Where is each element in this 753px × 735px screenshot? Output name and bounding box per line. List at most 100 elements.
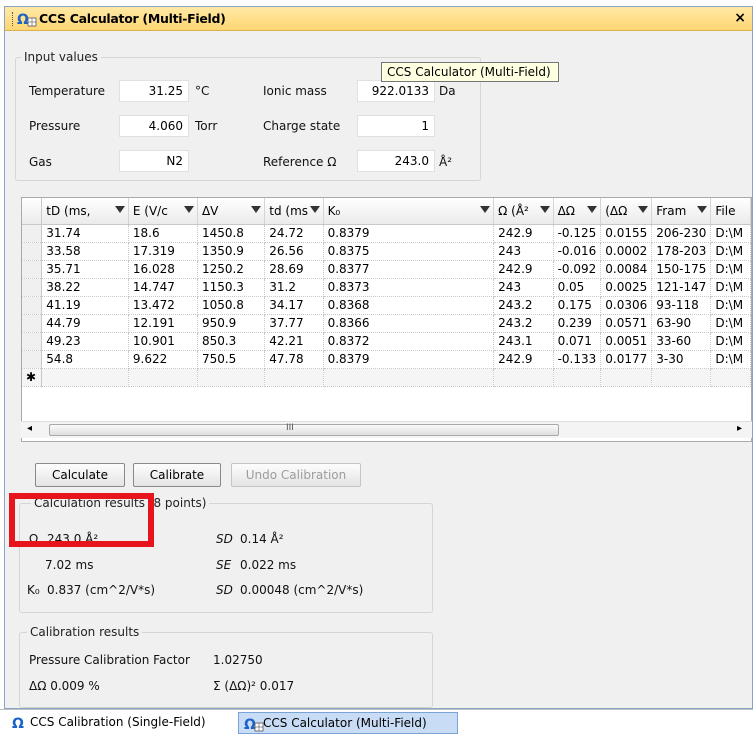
table-cell[interactable]: 750.5 [197, 350, 266, 369]
table-cell[interactable]: D:\M [710, 332, 751, 351]
tab-ccs-calculator[interactable]: Ω CCS Calculator (Multi-Field) [238, 712, 458, 734]
table-cell[interactable]: 150-175 [651, 260, 712, 279]
table-cell[interactable]: D:\M [710, 314, 751, 333]
table-cell[interactable]: 0.071 [553, 332, 602, 351]
close-button[interactable]: × [734, 10, 746, 26]
scroll-left-arrow-icon[interactable]: ◂ [27, 423, 32, 434]
temperature-field[interactable]: 31.25 [119, 80, 189, 102]
table-cell[interactable]: 1150.3 [197, 278, 266, 297]
calibrate-button[interactable]: Calibrate [133, 463, 221, 487]
filter-icon[interactable] [480, 206, 491, 213]
results-grid[interactable]: tD (ms, E (V/c ΔV td (ms K₀ Ω (Å² ΔΩ (ΔΩ… [21, 197, 752, 442]
scrollbar-thumb[interactable]: III [49, 423, 559, 436]
gas-field[interactable]: N2 [119, 150, 189, 172]
table-cell[interactable]: 93-118 [651, 296, 712, 315]
table-cell[interactable]: 33-60 [651, 332, 712, 351]
new-row-marker-icon[interactable]: ✱ [22, 368, 43, 387]
filter-icon[interactable] [114, 206, 125, 213]
table-row[interactable]: 33.58 17.319 1350.9 26.56 0.8375 243 -0.016 0.0… [22, 242, 751, 261]
table-cell[interactable]: 49.23 [41, 332, 129, 351]
table-cell[interactable]: 0.8372 [323, 332, 495, 351]
column-header[interactable]: (ΔΩ [600, 198, 653, 225]
table-cell[interactable]: 31.74 [41, 224, 129, 243]
filter-icon[interactable] [638, 206, 649, 213]
table-cell[interactable]: 44.79 [41, 314, 129, 333]
column-header[interactable]: ΔV [197, 198, 266, 225]
filter-icon[interactable] [309, 206, 320, 213]
table-cell[interactable]: 24.72 [264, 224, 324, 243]
title-bar[interactable]: Ω CCS Calculator (Multi-Field) × [5, 7, 752, 31]
table-cell[interactable]: -0.016 [553, 242, 602, 261]
table-cell[interactable]: -0.092 [553, 260, 602, 279]
undo-calibration-button[interactable]: Undo Calibration [231, 463, 361, 487]
table-cell[interactable]: 0.239 [553, 314, 602, 333]
filter-icon[interactable] [183, 206, 194, 213]
table-row[interactable]: 35.71 16.028 1250.2 28.69 0.8377 242.9 -0.092 0… [22, 260, 751, 279]
table-cell[interactable]: 242.9 [493, 350, 554, 369]
column-header[interactable]: File [710, 198, 751, 225]
filter-icon[interactable] [587, 206, 598, 213]
table-cell[interactable]: 12.191 [128, 314, 198, 333]
grip-handle[interactable] [12, 12, 14, 26]
table-cell[interactable]: 34.17 [264, 296, 324, 315]
table-cell[interactable]: 26.56 [264, 242, 324, 261]
table-cell[interactable]: 47.78 [264, 350, 324, 369]
tab-ccs-calibration[interactable]: Ω CCS Calibration (Single-Field) [6, 712, 234, 734]
table-cell[interactable]: 0.0051 [600, 332, 653, 351]
table-cell[interactable]: 14.747 [128, 278, 198, 297]
table-cell[interactable]: 0.8379 [323, 224, 495, 243]
table-cell[interactable]: 0.8379 [323, 350, 495, 369]
table-cell[interactable]: 1050.8 [197, 296, 266, 315]
table-cell[interactable]: 0.8366 [323, 314, 495, 333]
table-cell[interactable]: 28.69 [264, 260, 324, 279]
reference-field[interactable]: 243.0 [357, 150, 435, 172]
table-cell[interactable]: 121-147 [651, 278, 712, 297]
table-cell[interactable]: 37.77 [264, 314, 324, 333]
table-cell[interactable]: 243 [493, 278, 554, 297]
column-header[interactable]: tD (ms, [41, 198, 129, 225]
table-cell[interactable]: 0.0155 [600, 224, 653, 243]
table-cell[interactable]: 33.58 [41, 242, 129, 261]
table-cell[interactable]: 35.71 [41, 260, 129, 279]
table-row[interactable]: 31.74 18.6 1450.8 24.72 0.8379 242.9 -0.125 0.0… [22, 224, 751, 243]
table-cell[interactable]: -0.133 [553, 350, 602, 369]
row-selector[interactable] [22, 242, 43, 261]
table-cell[interactable]: 243 [493, 242, 554, 261]
table-row[interactable]: 44.79 12.191 950.9 37.77 0.8366 243.2 0.239 0.0… [22, 314, 751, 333]
table-cell[interactable] [197, 368, 266, 387]
table-row[interactable]: 41.19 13.472 1050.8 34.17 0.8368 243.2 0.175 0.… [22, 296, 751, 315]
table-cell[interactable] [493, 368, 554, 387]
table-cell[interactable]: D:\M [710, 296, 751, 315]
calculate-button[interactable]: Calculate [35, 463, 125, 487]
table-cell[interactable]: 242.9 [493, 260, 554, 279]
table-cell[interactable]: 178-203 [651, 242, 712, 261]
table-cell[interactable]: 0.0002 [600, 242, 653, 261]
table-cell[interactable]: 0.8368 [323, 296, 495, 315]
filter-icon[interactable] [251, 206, 262, 213]
table-cell[interactable]: 0.0177 [600, 350, 653, 369]
table-cell[interactable] [41, 368, 129, 387]
row-selector[interactable] [22, 296, 43, 315]
table-cell[interactable]: D:\M [710, 260, 751, 279]
row-selector[interactable] [22, 224, 43, 243]
table-cell[interactable] [128, 368, 198, 387]
table-cell[interactable]: 0.0571 [600, 314, 653, 333]
table-row[interactable]: 49.23 10.901 850.3 42.21 0.8372 243.1 0.071 0.0… [22, 332, 751, 351]
row-selector[interactable] [22, 314, 43, 333]
table-cell[interactable]: 242.9 [493, 224, 554, 243]
table-cell[interactable]: 41.19 [41, 296, 129, 315]
table-cell[interactable]: 243.2 [493, 296, 554, 315]
table-cell[interactable]: 3-30 [651, 350, 712, 369]
row-selector[interactable] [22, 332, 43, 351]
table-cell[interactable]: 0.0306 [600, 296, 653, 315]
table-cell[interactable]: 0.05 [553, 278, 602, 297]
table-cell[interactable]: 54.8 [41, 350, 129, 369]
table-cell[interactable]: 10.901 [128, 332, 198, 351]
table-cell[interactable]: 0.8373 [323, 278, 495, 297]
table-cell[interactable]: 16.028 [128, 260, 198, 279]
table-cell[interactable]: D:\M [710, 224, 751, 243]
table-cell[interactable]: 1250.2 [197, 260, 266, 279]
table-cell[interactable]: D:\M [710, 278, 751, 297]
table-cell[interactable]: 17.319 [128, 242, 198, 261]
column-header[interactable]: Fram [651, 198, 712, 225]
